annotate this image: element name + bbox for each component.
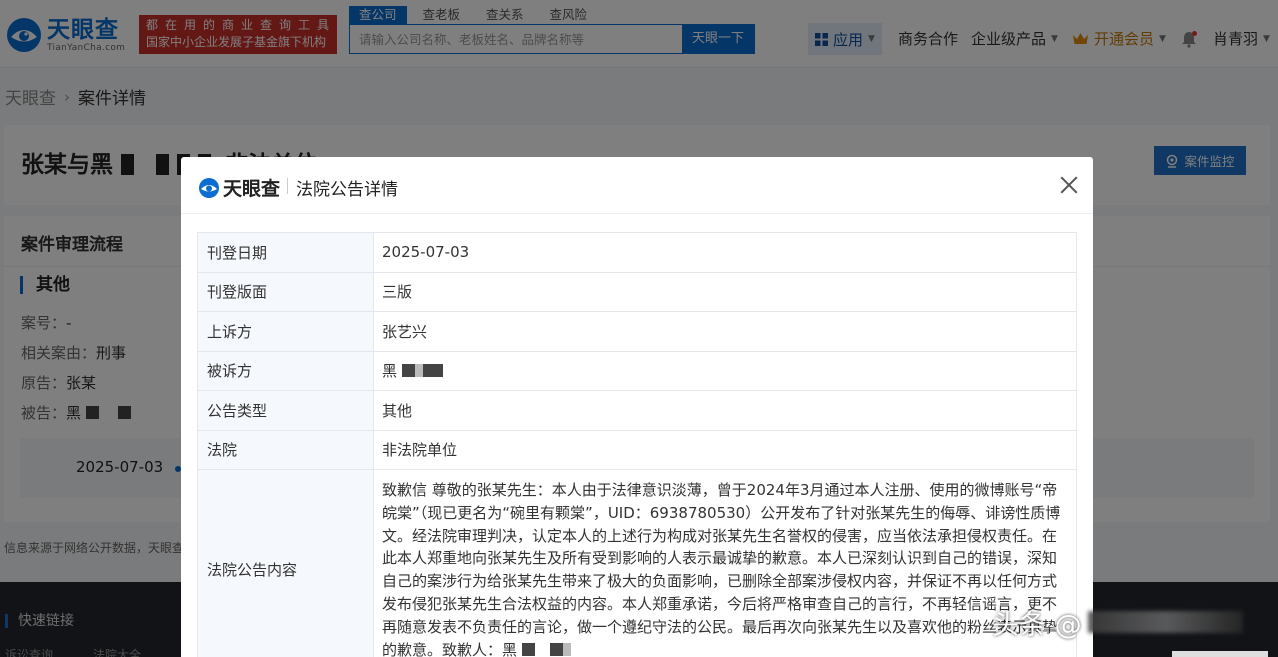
respondent-cell: 黑 [373,350,1077,391]
modal-logo-text: 天眼查 [223,178,281,200]
court-notice-modal: 天眼查 法院公告详情 刊登日期 2025-07-03 刊登版面 三版 上诉方 张… [181,157,1093,657]
watermark: 头条 @ [992,602,1243,642]
court-label: 法院 [197,429,374,470]
redaction-block [401,364,415,378]
modal-title: 法院公告详情 [296,180,398,200]
respondent-value: 黑 [382,362,398,381]
table-row: 被诉方 黑 [197,350,1077,391]
table-row: 法院 非法院单位 [197,429,1077,470]
notice-detail-table: 刊登日期 2025-07-03 刊登版面 三版 上诉方 张艺兴 被诉方 黑 公告… [197,232,1077,657]
appellant-label: 上诉方 [197,311,374,352]
respondent-label: 被诉方 [197,350,374,391]
page-label: 刊登版面 [197,271,374,312]
page-value: 三版 [373,271,1077,312]
modal-logo: 天眼查 [198,174,280,201]
watermark-text: 头条 @ [992,609,1082,641]
notice-content-label: 法院公告内容 [197,468,374,657]
notice-content-cell: 致歉信 尊敬的张某先生：本人由于法律意识淡薄，曾于2024年3月通过本人注册、使… [373,468,1077,657]
notice-type-value: 其他 [373,390,1077,431]
redaction-block [549,642,563,656]
table-row: 公告类型 其他 [197,390,1077,431]
table-row: 上诉方 张艺兴 [197,311,1077,352]
publish-date-label: 刊登日期 [197,232,374,273]
redaction-block [562,642,571,656]
watermark-blur [1087,611,1243,633]
redaction-block [422,364,443,378]
table-row: 刊登日期 2025-07-03 [197,232,1077,273]
divider [287,178,288,194]
court-value: 非法院单位 [373,429,1077,470]
redaction-block [521,642,535,656]
notice-content-value: 致歉信 尊敬的张某先生：本人由于法律意识淡薄，曾于2024年3月通过本人注册、使… [382,481,1061,657]
table-row: 刊登版面 三版 [197,271,1077,312]
appellant-value: 张艺兴 [373,311,1077,352]
redaction-block [414,364,423,378]
corner-badge [1172,651,1268,657]
notice-type-label: 公告类型 [197,390,374,431]
modal-header: 天眼查 法院公告详情 [181,157,1093,214]
table-row: 法院公告内容 致歉信 尊敬的张某先生：本人由于法律意识淡薄，曾于2024年3月通… [197,468,1077,657]
publish-date-value: 2025-07-03 [373,232,1077,273]
eye-logo-icon [199,177,219,198]
close-icon[interactable] [1059,175,1079,195]
